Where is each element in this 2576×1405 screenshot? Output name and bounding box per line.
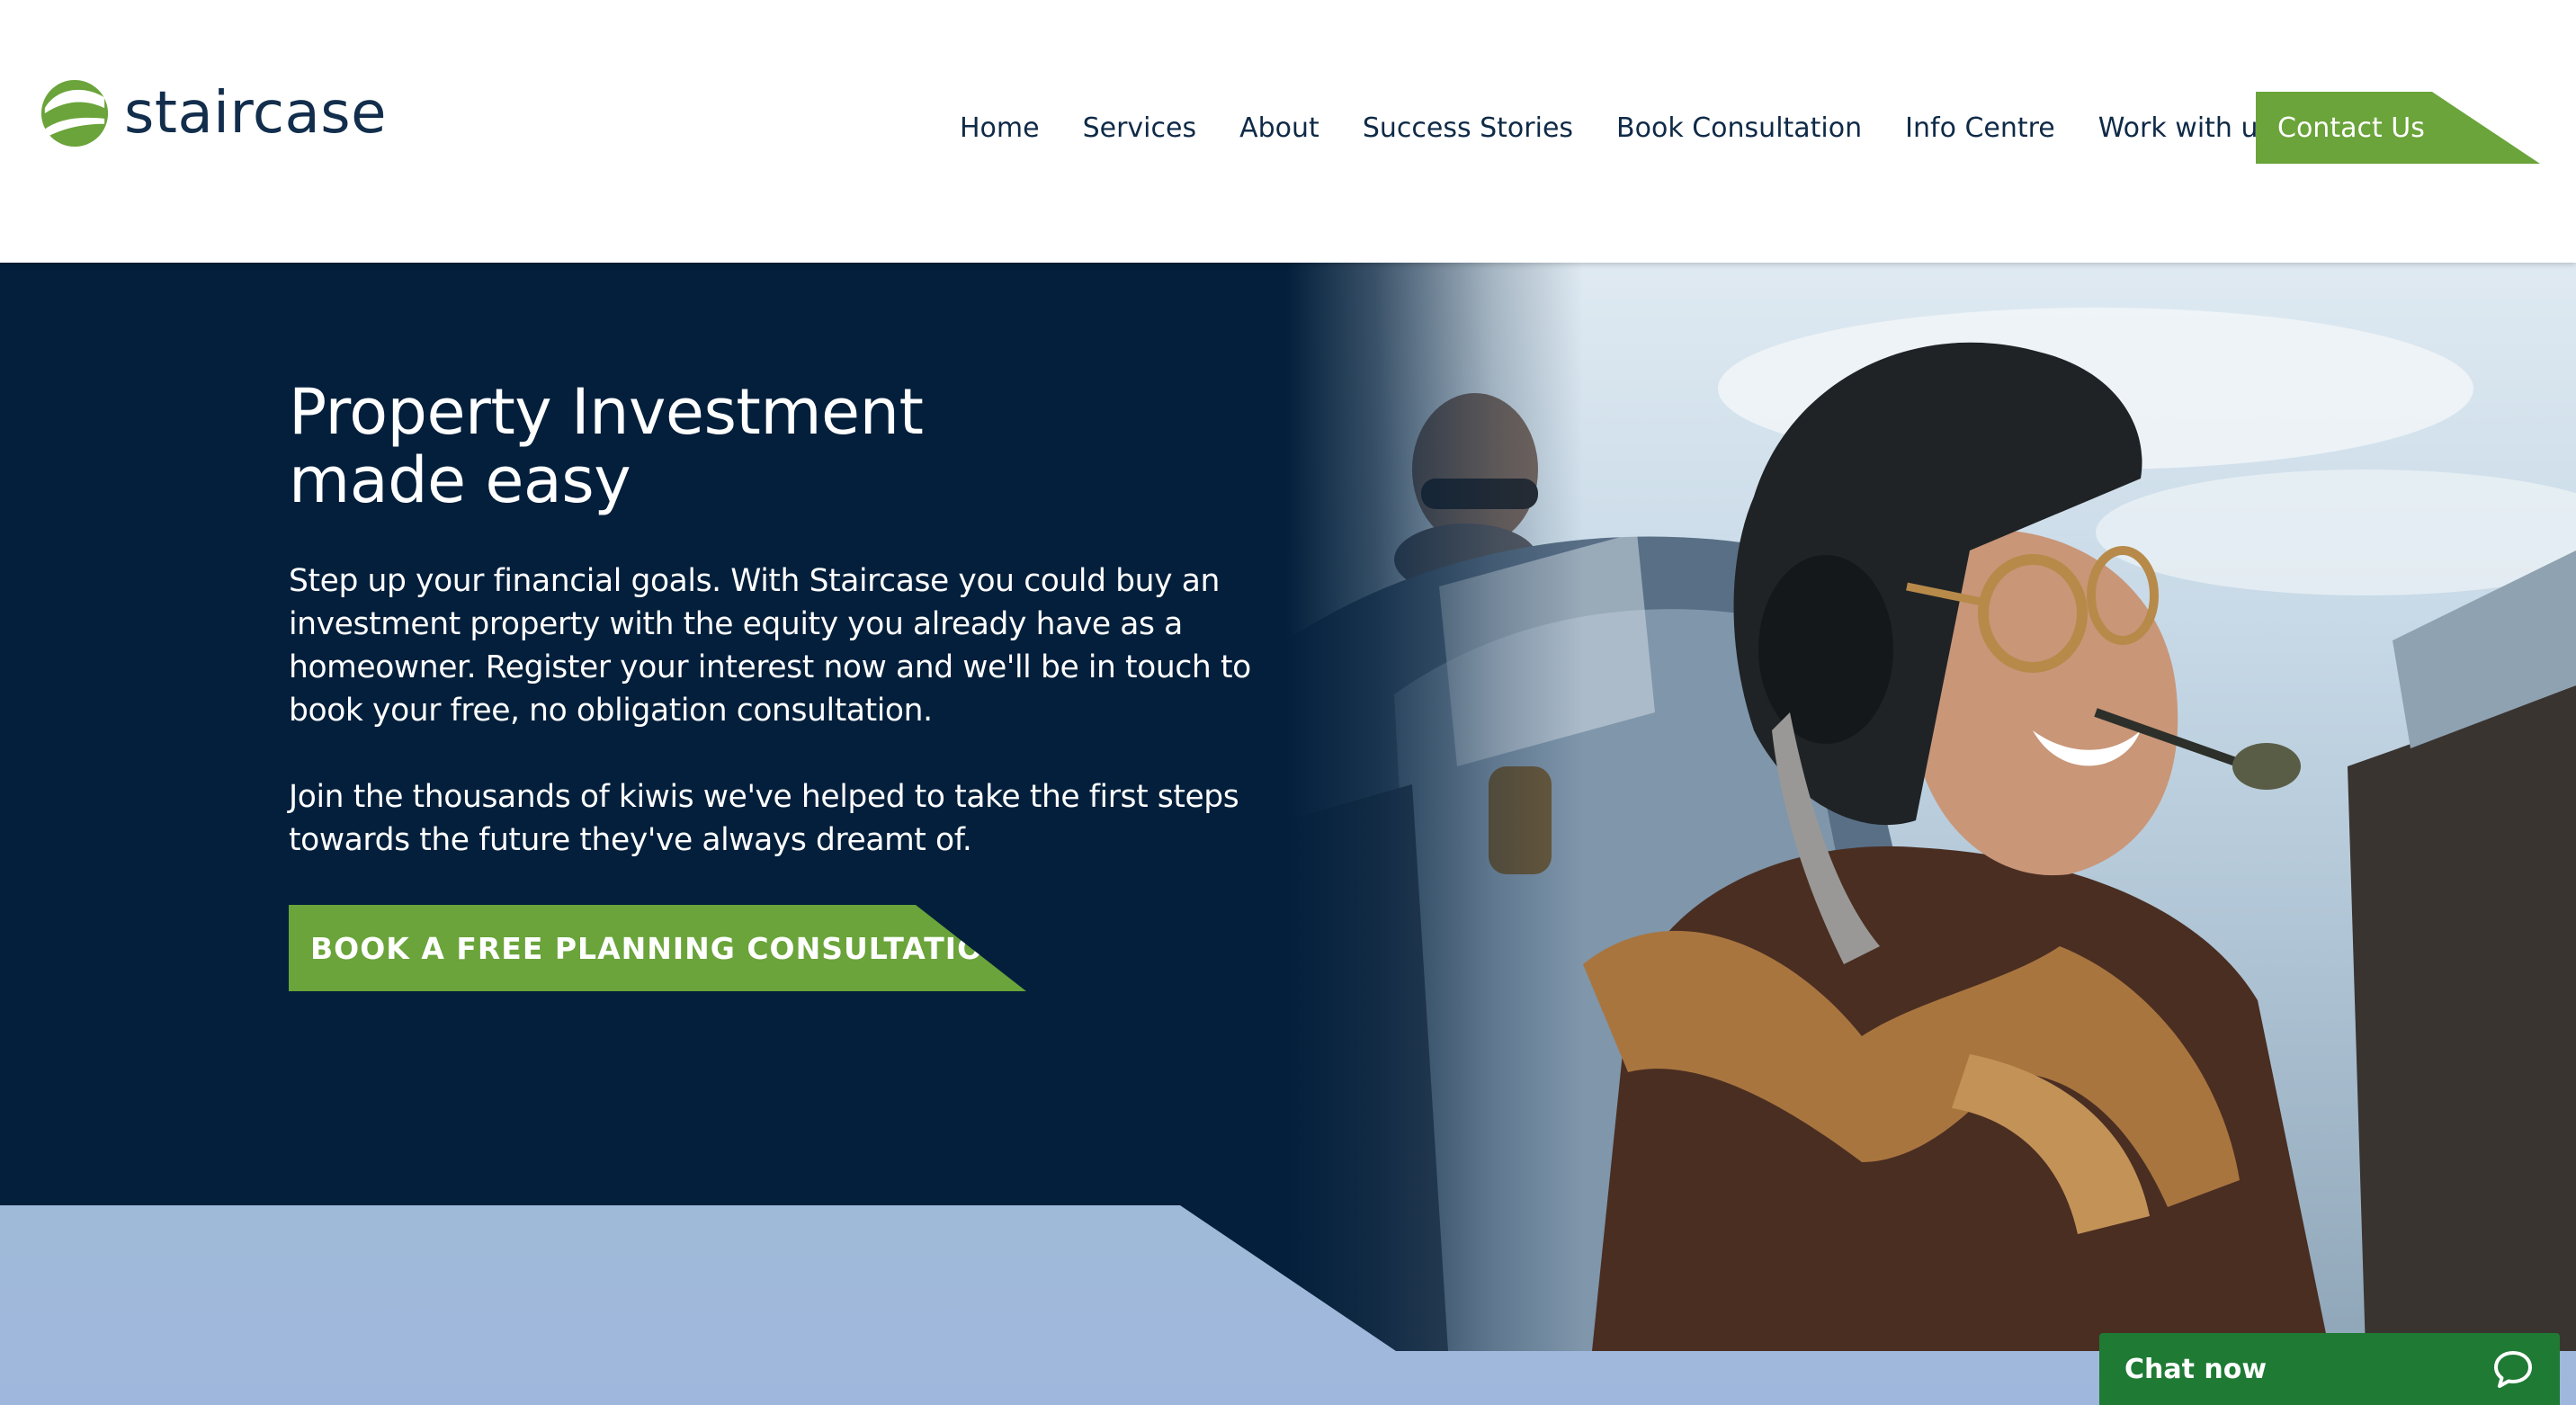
chat-now-label: Chat now bbox=[2124, 1353, 2267, 1385]
nav-services[interactable]: Services bbox=[1083, 112, 1197, 144]
main-nav: Home Services About Success Stories Book… bbox=[926, 92, 2315, 164]
book-consultation-cta-button[interactable]: BOOK A FREE PLANNING CONSULTATION bbox=[289, 905, 1026, 991]
nav-work-with-us[interactable]: Work with us bbox=[2098, 112, 2272, 144]
nav-success-stories[interactable]: Success Stories bbox=[1363, 112, 1573, 144]
hero-intro-paragraph: Step up your financial goals. With Stair… bbox=[289, 563, 1251, 729]
nav-home[interactable]: Home bbox=[960, 112, 1040, 144]
nav-about[interactable]: About bbox=[1239, 112, 1319, 144]
hero-join-paragraph: Join the thousands of kiwis we've helped… bbox=[289, 779, 1239, 858]
contact-us-button[interactable]: Contact Us bbox=[2256, 92, 2540, 164]
hero-photo-fade bbox=[1286, 263, 1583, 1351]
nav-book-consultation[interactable]: Book Consultation bbox=[1616, 112, 1862, 144]
hero-title: Property Investment made easy bbox=[289, 378, 1278, 515]
brand-name: staircase bbox=[124, 80, 387, 147]
brand-logo[interactable]: staircase bbox=[40, 77, 387, 149]
hero-section: Property Investment made easy Step up yo… bbox=[0, 263, 2576, 1405]
chat-bubble-icon bbox=[2494, 1351, 2532, 1388]
staircase-s-logo-icon bbox=[40, 79, 109, 148]
hero-title-line2: made easy bbox=[289, 443, 631, 517]
chat-now-widget[interactable]: Chat now bbox=[2099, 1333, 2560, 1405]
nav-info-centre[interactable]: Info Centre bbox=[1905, 112, 2055, 144]
site-header: staircase Home Services About Success St… bbox=[0, 0, 2576, 263]
hero-title-line1: Property Investment bbox=[289, 375, 924, 449]
